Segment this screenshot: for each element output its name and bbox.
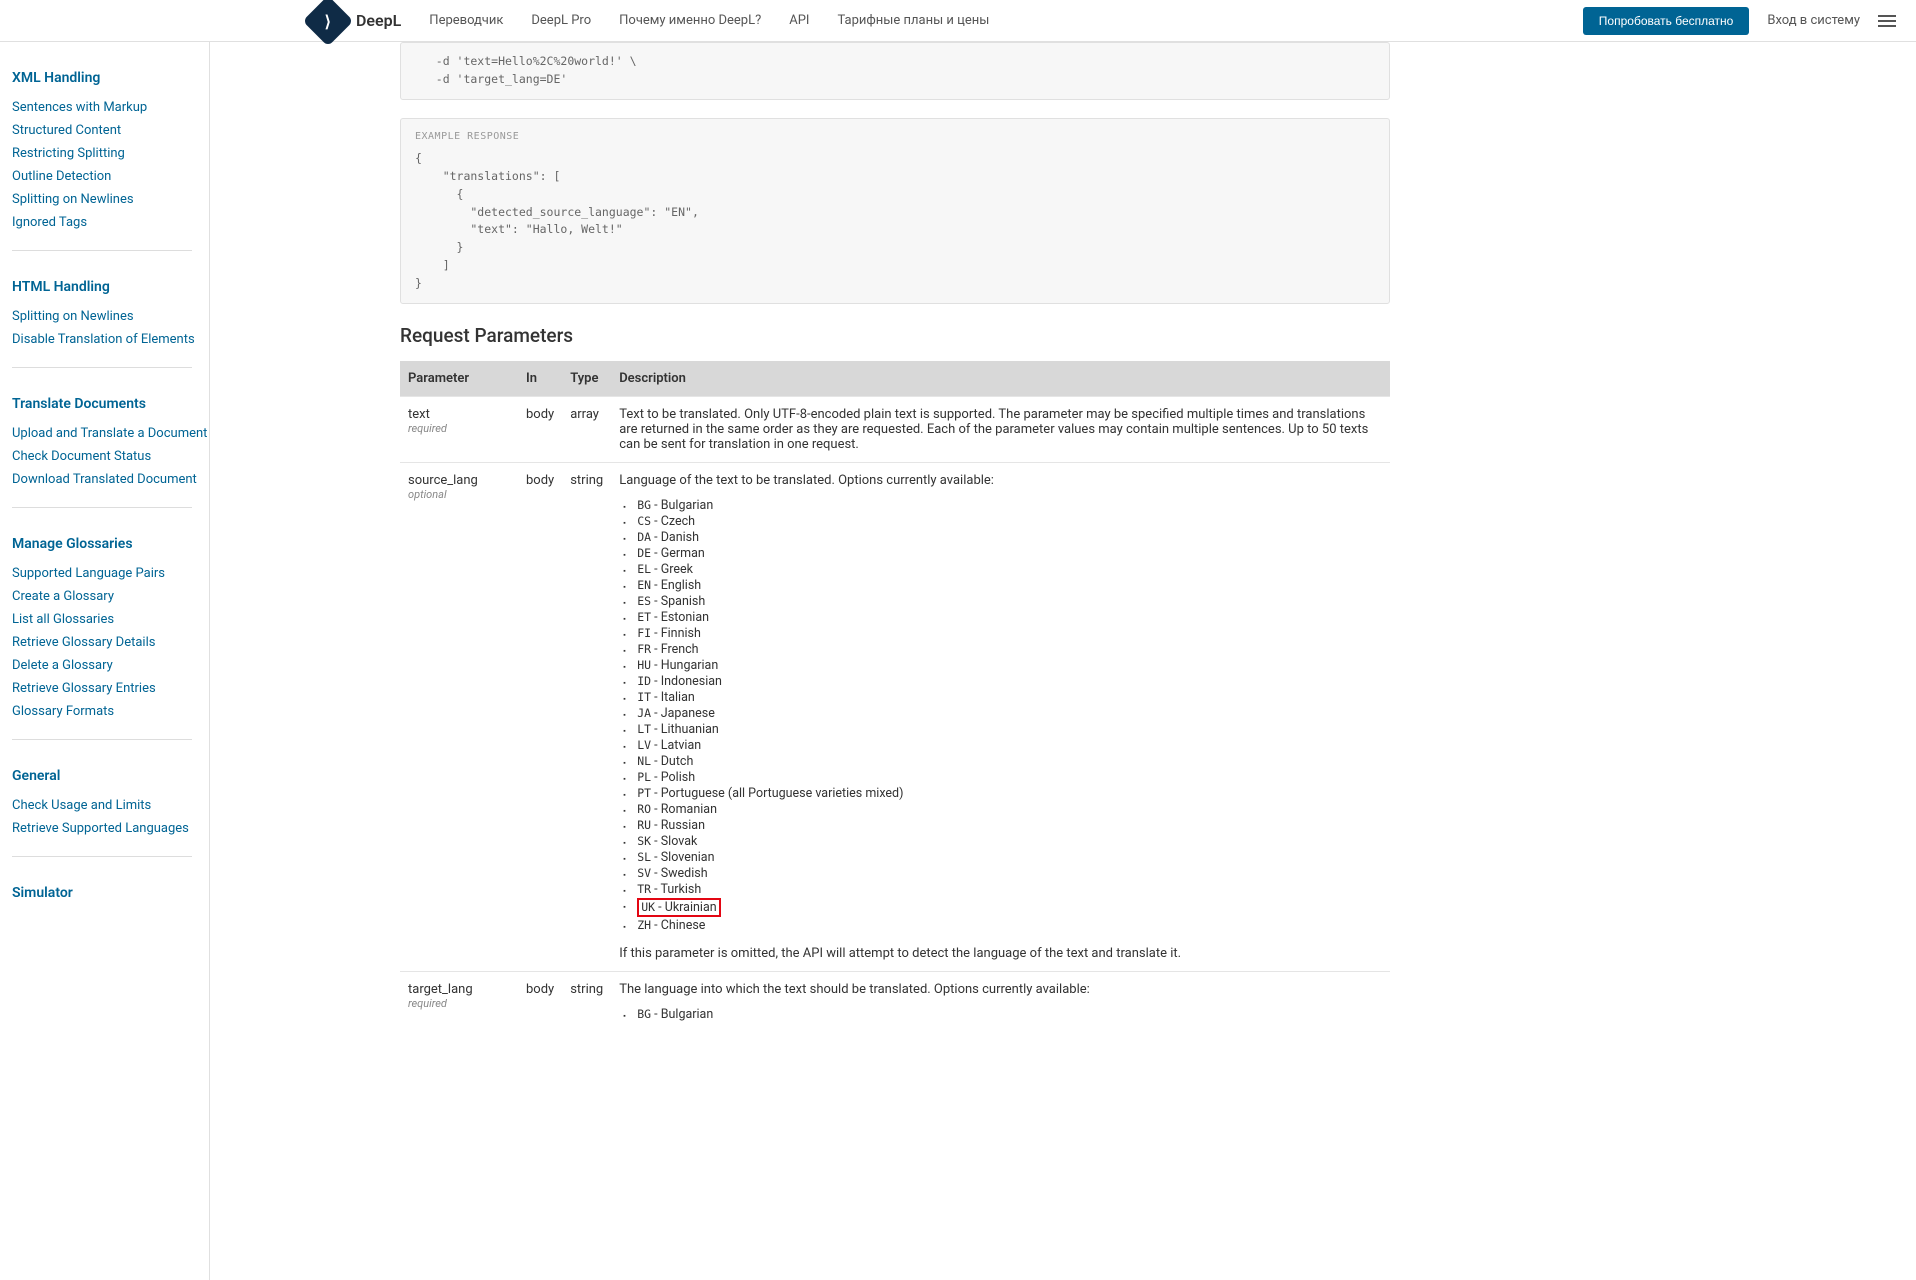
param-desc: The language into which the text should …	[611, 971, 1390, 1033]
lang-item: SL - Slovenian	[623, 850, 1382, 866]
example-response-block: EXAMPLE RESPONSE { "translations": [ { "d…	[400, 118, 1390, 304]
lang-item: PL - Polish	[623, 770, 1382, 786]
param-desc: Language of the text to be translated. O…	[611, 462, 1390, 971]
lang-item: DA - Danish	[623, 530, 1382, 546]
nav-translator[interactable]: Переводчик	[429, 13, 503, 28]
sidebar-item[interactable]: Outline Detection	[12, 165, 209, 188]
top-nav: Переводчик DeepL Pro Почему именно DeepL…	[429, 13, 989, 28]
brand-name: DeepL	[356, 11, 401, 30]
sidebar-item[interactable]: Supported Language Pairs	[12, 562, 209, 585]
lang-item: SV - Swedish	[623, 866, 1382, 882]
sidebar-item[interactable]: Create a Glossary	[12, 585, 209, 608]
nav-plans[interactable]: Тарифные планы и цены	[837, 13, 989, 28]
sidebar-section-s1[interactable]: XML Handling	[12, 70, 209, 86]
section-title: Request Parameters	[400, 324, 1390, 347]
param-in: body	[518, 971, 562, 1033]
sidebar-item[interactable]: Splitting on Newlines	[12, 305, 209, 328]
lang-item: SK - Slovak	[623, 834, 1382, 850]
sidebar-item[interactable]: Retrieve Supported Languages	[12, 817, 209, 840]
sidebar-item[interactable]: List all Glossaries	[12, 608, 209, 631]
lang-item: FR - French	[623, 642, 1382, 658]
sidebar-item[interactable]: Check Document Status	[12, 445, 209, 468]
lang-item: DE - German	[623, 546, 1382, 562]
header-right: Попробовать бесплатно Вход в систему	[1583, 7, 1896, 35]
sidebar-section-s3[interactable]: Translate Documents	[12, 396, 209, 412]
lang-item: IT - Italian	[623, 690, 1382, 706]
param-required: required	[408, 422, 510, 435]
sidebar-item[interactable]: Glossary Formats	[12, 700, 209, 723]
example-request-tail: -d 'text=Hello%2C%20world!' \ -d 'target…	[400, 42, 1390, 100]
sidebar-item[interactable]: Upload and Translate a Document	[12, 422, 209, 445]
login-link[interactable]: Вход в систему	[1767, 13, 1860, 28]
sidebar-item[interactable]: Sentences with Markup	[12, 96, 209, 119]
lang-item: UK - Ukrainian	[623, 898, 1382, 918]
lang-item: LT - Lithuanian	[623, 722, 1382, 738]
lang-item: RO - Romanian	[623, 802, 1382, 818]
param-name: source_lang	[408, 473, 510, 488]
param-required: optional	[408, 488, 510, 501]
lang-item: ET - Estonian	[623, 610, 1382, 626]
sidebar-item[interactable]: Restricting Splitting	[12, 142, 209, 165]
lang-item: PT - Portuguese (all Portuguese varietie…	[623, 786, 1382, 802]
params-table: Parameter In Type Description textrequir…	[400, 361, 1390, 1033]
param-desc: Text to be translated. Only UTF-8-encode…	[611, 396, 1390, 462]
example-response-label: EXAMPLE RESPONSE	[415, 129, 1375, 145]
main-content: -d 'text=Hello%2C%20world!' \ -d 'target…	[210, 42, 1410, 1280]
th-description: Description	[611, 361, 1390, 397]
param-type: array	[562, 396, 611, 462]
nav-pro[interactable]: DeepL Pro	[531, 13, 591, 28]
lang-item: RU - Russian	[623, 818, 1382, 834]
sidebar-section-s4[interactable]: Manage Glossaries	[12, 536, 209, 552]
lang-item: ID - Indonesian	[623, 674, 1382, 690]
menu-icon[interactable]	[1878, 15, 1896, 27]
sidebar-item[interactable]: Disable Translation of Elements	[12, 328, 209, 351]
lang-item: NL - Dutch	[623, 754, 1382, 770]
th-type: Type	[562, 361, 611, 397]
sidebar-section-s5[interactable]: General	[12, 768, 209, 784]
sidebar-item[interactable]: Retrieve Glossary Entries	[12, 677, 209, 700]
sidebar-item[interactable]: Structured Content	[12, 119, 209, 142]
sidebar-section-s6[interactable]: Simulator	[12, 885, 209, 901]
nav-api[interactable]: API	[789, 13, 809, 28]
deepl-logo-icon[interactable]: ⟩	[303, 0, 354, 46]
param-required: required	[408, 997, 510, 1010]
nav-why[interactable]: Почему именно DeepL?	[619, 13, 761, 28]
logo-area: ⟩ DeepL Переводчик DeepL Pro Почему имен…	[310, 3, 989, 39]
lang-item: HU - Hungarian	[623, 658, 1382, 674]
sidebar-item[interactable]: Retrieve Glossary Details	[12, 631, 209, 654]
lang-item: BG - Bulgarian	[623, 1007, 1382, 1023]
param-in: body	[518, 396, 562, 462]
th-in: In	[518, 361, 562, 397]
header-bar: ⟩ DeepL Переводчик DeepL Pro Почему имен…	[0, 0, 1916, 42]
lang-item: CS - Czech	[623, 514, 1382, 530]
lang-item: EN - English	[623, 578, 1382, 594]
sidebar-item[interactable]: Check Usage and Limits	[12, 794, 209, 817]
lang-item: FI - Finnish	[623, 626, 1382, 642]
param-type: string	[562, 971, 611, 1033]
sidebar: XML Handling Sentences with MarkupStructu…	[0, 42, 210, 1280]
param-name: target_lang	[408, 982, 510, 997]
table-row: textrequired bodyarrayText to be translat…	[400, 396, 1390, 462]
sidebar-item[interactable]: Delete a Glossary	[12, 654, 209, 677]
lang-item: BG - Bulgarian	[623, 498, 1382, 514]
lang-item: EL - Greek	[623, 562, 1382, 578]
sidebar-item[interactable]: Download Translated Document	[12, 468, 209, 491]
param-in: body	[518, 462, 562, 971]
sidebar-item[interactable]: Ignored Tags	[12, 211, 209, 234]
lang-item: TR - Turkish	[623, 882, 1382, 898]
example-response-body: { "translations": [ { "detected_source_l…	[415, 151, 699, 290]
lang-item: ES - Spanish	[623, 594, 1382, 610]
table-row: target_langrequired bodystringThe languag…	[400, 971, 1390, 1033]
try-free-button[interactable]: Попробовать бесплатно	[1583, 7, 1750, 35]
lang-item: ZH - Chinese	[623, 918, 1382, 934]
lang-item: JA - Japanese	[623, 706, 1382, 722]
th-parameter: Parameter	[400, 361, 518, 397]
sidebar-item[interactable]: Splitting on Newlines	[12, 188, 209, 211]
table-row: source_langoptional bodystringLanguage of…	[400, 462, 1390, 971]
sidebar-section-s2[interactable]: HTML Handling	[12, 279, 209, 295]
param-type: string	[562, 462, 611, 971]
param-name: text	[408, 407, 510, 422]
lang-item: LV - Latvian	[623, 738, 1382, 754]
